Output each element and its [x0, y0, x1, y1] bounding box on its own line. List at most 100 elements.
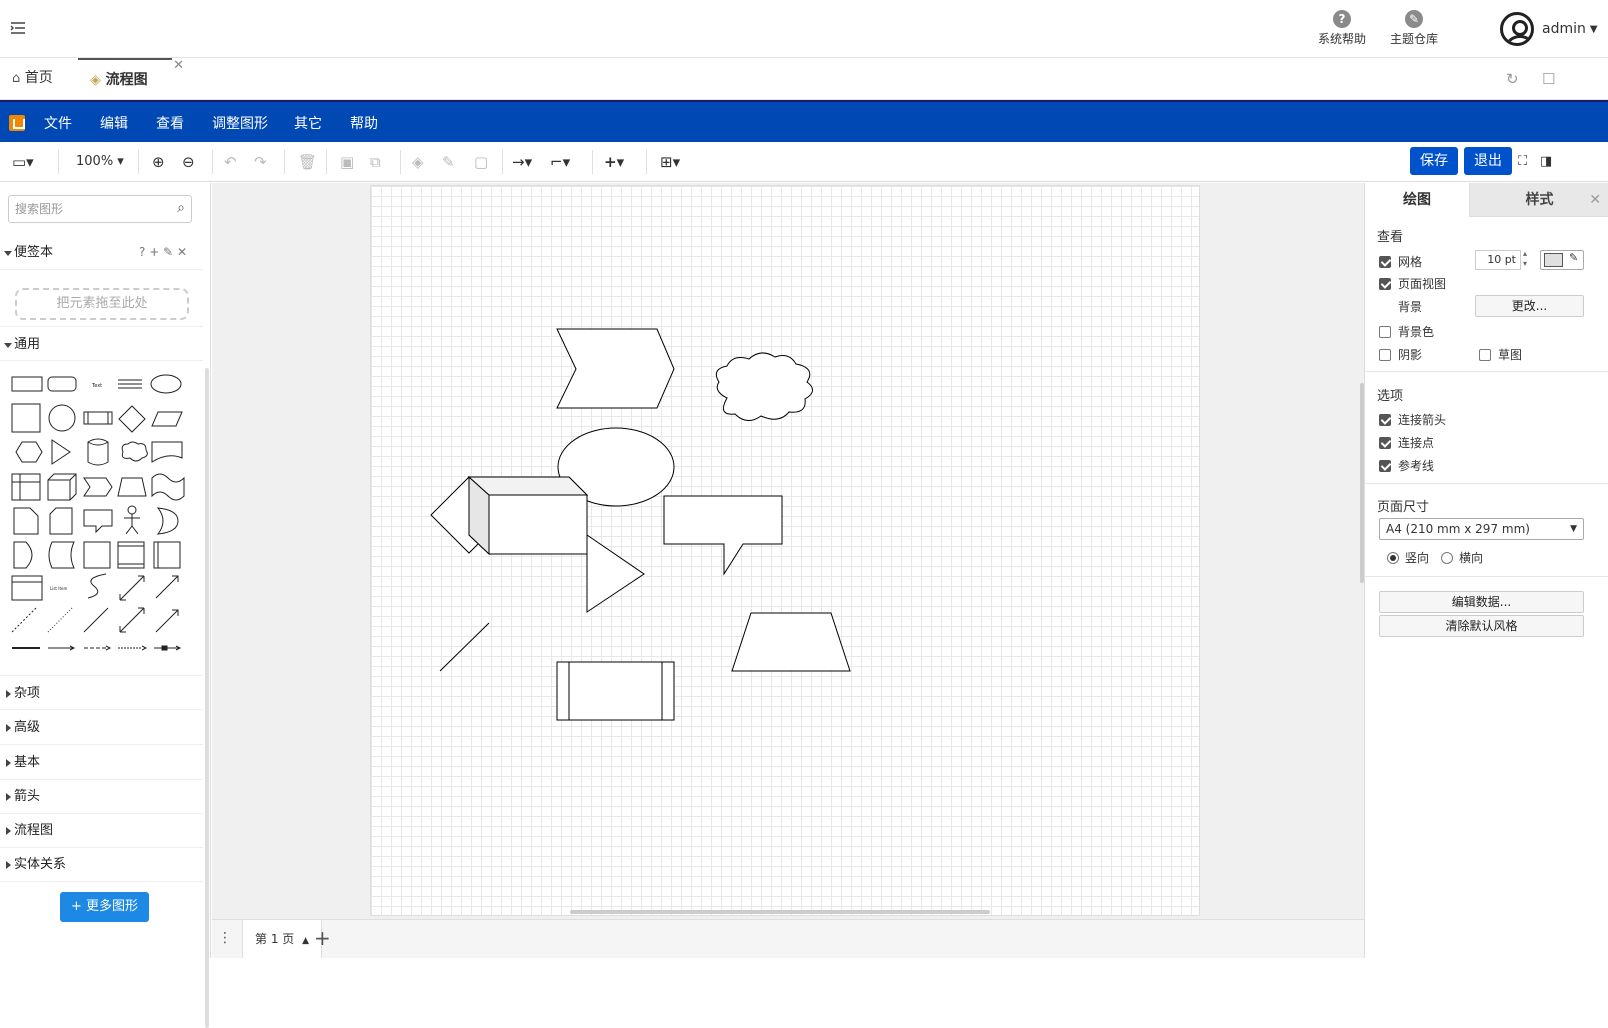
to-front-icon[interactable]: ▣ — [340, 150, 354, 174]
shadow-checkbox[interactable]: 阴影 — [1379, 346, 1422, 363]
stepper-icon[interactable]: ▴ ▾ — [1523, 249, 1527, 269]
page-tab-label: 第 1 页 — [255, 932, 295, 946]
triangle-shape[interactable] — [586, 534, 645, 613]
drawing-page[interactable] — [370, 185, 1200, 916]
page-size-title: 页面尺寸 — [1377, 500, 1430, 515]
callout-shape[interactable] — [663, 495, 783, 576]
grid-size-input[interactable]: 10 pt — [1475, 250, 1521, 270]
refresh-icon[interactable]: ↻ — [1506, 70, 1519, 88]
change-background-button[interactable]: 更改... — [1475, 295, 1584, 317]
fullscreen-icon[interactable]: ⛶ — [1518, 150, 1527, 174]
tab-flowchart[interactable]: ◈ 流程图 ✕ — [78, 58, 184, 100]
save-button[interactable]: 保存 — [1410, 147, 1458, 175]
general-shapes-palette[interactable]: Text List Item — [8, 370, 198, 670]
section-general[interactable]: 通用 — [0, 326, 203, 361]
menu-extras[interactable]: 其它 — [294, 113, 322, 133]
shadow-label: 阴影 — [1398, 348, 1423, 362]
checkbox-icon — [1379, 277, 1391, 290]
help-label: 系统帮助 — [1318, 32, 1367, 46]
page-size-value: A4 (210 mm x 297 mm) — [1386, 522, 1530, 536]
delete-icon[interactable]: 🗑 — [298, 150, 317, 174]
menu-view[interactable]: 查看 — [156, 113, 184, 133]
add-page-icon[interactable]: + — [314, 926, 331, 950]
user-menu[interactable]: admin ▼ — [1500, 10, 1598, 48]
theme-button[interactable]: ✎ 主题仓库 — [1390, 8, 1438, 47]
section-arrows[interactable]: 箭头 — [0, 779, 203, 814]
menu-help[interactable]: 帮助 — [350, 113, 378, 133]
connection-arrow-icon[interactable]: →▾ — [512, 150, 532, 174]
toolbar-separator — [58, 150, 59, 174]
line-color-icon[interactable]: ✎ — [442, 150, 455, 174]
section-entity-relation[interactable]: 实体关系 — [0, 847, 203, 882]
menu-edit[interactable]: 编辑 — [100, 113, 128, 133]
zoom-in-icon[interactable]: ⊕ — [152, 150, 165, 174]
section-advanced[interactable]: 高级 — [0, 710, 203, 745]
insert-icon[interactable]: +▾ — [604, 150, 624, 174]
horizontal-scrollbar[interactable] — [570, 910, 990, 914]
sketch-checkbox[interactable]: 草图 — [1479, 346, 1522, 363]
shadow-icon[interactable]: ▢ — [474, 150, 488, 174]
section-notebook[interactable]: 便签本 ? + ✎ ✕ — [0, 235, 203, 270]
zoom-out-icon[interactable]: ⊖ — [182, 150, 195, 174]
sidebar-scrollbar[interactable] — [205, 368, 209, 1028]
tab-home[interactable]: ⌂ 首页 — [12, 58, 53, 100]
waypoints-icon[interactable]: ⌐▾ — [550, 150, 570, 174]
landscape-radio[interactable]: 横向 — [1441, 549, 1483, 566]
bgcolor-checkbox[interactable]: 背景色 — [1379, 323, 1434, 340]
search-icon[interactable]: ⌕ — [177, 200, 185, 216]
page-size-select[interactable]: A4 (210 mm x 297 mm) ▼ — [1379, 518, 1584, 540]
eyedropper-icon[interactable]: ✎ — [1569, 251, 1578, 264]
page-menu-icon[interactable]: ⋮ — [218, 930, 232, 946]
help-button[interactable]: ? 系统帮助 — [1318, 8, 1366, 47]
top-header: ? 系统帮助 ✎ 主题仓库 admin ▼ — [0, 0, 1608, 58]
palette-icon: ✎ — [1405, 10, 1423, 28]
zoom-value: 100% — [76, 154, 114, 169]
edit-data-button[interactable]: 编辑数据... — [1379, 591, 1584, 613]
page-bar: ⋮ 第 1 页 ▲ + — [212, 919, 1364, 958]
undo-icon[interactable]: ↶ — [224, 150, 237, 174]
exit-button[interactable]: 退出 — [1464, 147, 1512, 175]
connect-points-checkbox[interactable]: 连接点 — [1379, 434, 1434, 451]
grid-checkbox[interactable]: 网格 — [1379, 253, 1422, 270]
portrait-radio[interactable]: 竖向 — [1387, 549, 1429, 566]
avatar-icon — [1500, 12, 1534, 46]
to-back-icon[interactable]: ⧉ — [370, 150, 381, 174]
clear-default-style-button[interactable]: 清除默认风格 — [1379, 615, 1584, 637]
menu-toggle-icon[interactable] — [10, 20, 26, 36]
diagram-shapes[interactable] — [371, 186, 1201, 917]
cloud-shape[interactable] — [715, 352, 813, 421]
format-panel-icon[interactable]: ◨ — [1540, 150, 1552, 174]
menu-arrange[interactable]: 调整图形 — [212, 113, 268, 133]
tab-diagram[interactable]: 绘图 — [1365, 183, 1469, 217]
sketch-label: 草图 — [1498, 348, 1523, 362]
drawing-canvas[interactable] — [212, 183, 1364, 919]
table-icon[interactable]: ⊞▾ — [660, 150, 680, 174]
process-shape[interactable] — [556, 661, 675, 721]
section-basic[interactable]: 基本 — [0, 745, 203, 780]
chevron-up-icon[interactable]: ▲ — [302, 936, 309, 946]
notebook-tools[interactable]: ? + ✎ ✕ — [139, 235, 187, 270]
step-shape[interactable] — [556, 328, 675, 409]
close-tab-icon[interactable]: ✕ — [173, 46, 184, 86]
connect-arrows-checkbox[interactable]: 连接箭头 — [1379, 411, 1446, 428]
zoom-select[interactable]: 100% ▾ — [76, 150, 124, 174]
toolbar-separator — [502, 150, 503, 174]
guides-checkbox[interactable]: 参考线 — [1379, 457, 1434, 474]
line-shape[interactable] — [439, 622, 490, 672]
section-misc[interactable]: 杂项 — [0, 675, 203, 710]
dropzone[interactable]: 把元素拖至此处 — [15, 288, 189, 320]
tab-style[interactable]: 样式 ✕ — [1469, 183, 1608, 217]
page-view-checkbox[interactable]: 页面视图 — [1379, 275, 1446, 292]
close-panel-icon[interactable]: ✕ — [1589, 183, 1601, 217]
page-tab-1[interactable]: 第 1 页 ▲ — [242, 920, 323, 958]
section-flowchart[interactable]: 流程图 — [0, 813, 203, 848]
trapezoid-shape[interactable] — [731, 612, 851, 672]
more-shapes-button[interactable]: + 更多图形 — [60, 892, 149, 922]
panels-toggle-icon[interactable]: ▭▾ — [12, 150, 34, 174]
shape-search-input[interactable]: 搜索图形 ⌕ — [8, 195, 192, 223]
tab-style-label: 样式 — [1525, 192, 1554, 208]
menu-file[interactable]: 文件 — [44, 113, 72, 133]
redo-icon[interactable]: ↷ — [254, 150, 267, 174]
maximize-icon[interactable]: ☐ — [1542, 70, 1555, 88]
fill-color-icon[interactable]: ◈ — [412, 150, 424, 174]
